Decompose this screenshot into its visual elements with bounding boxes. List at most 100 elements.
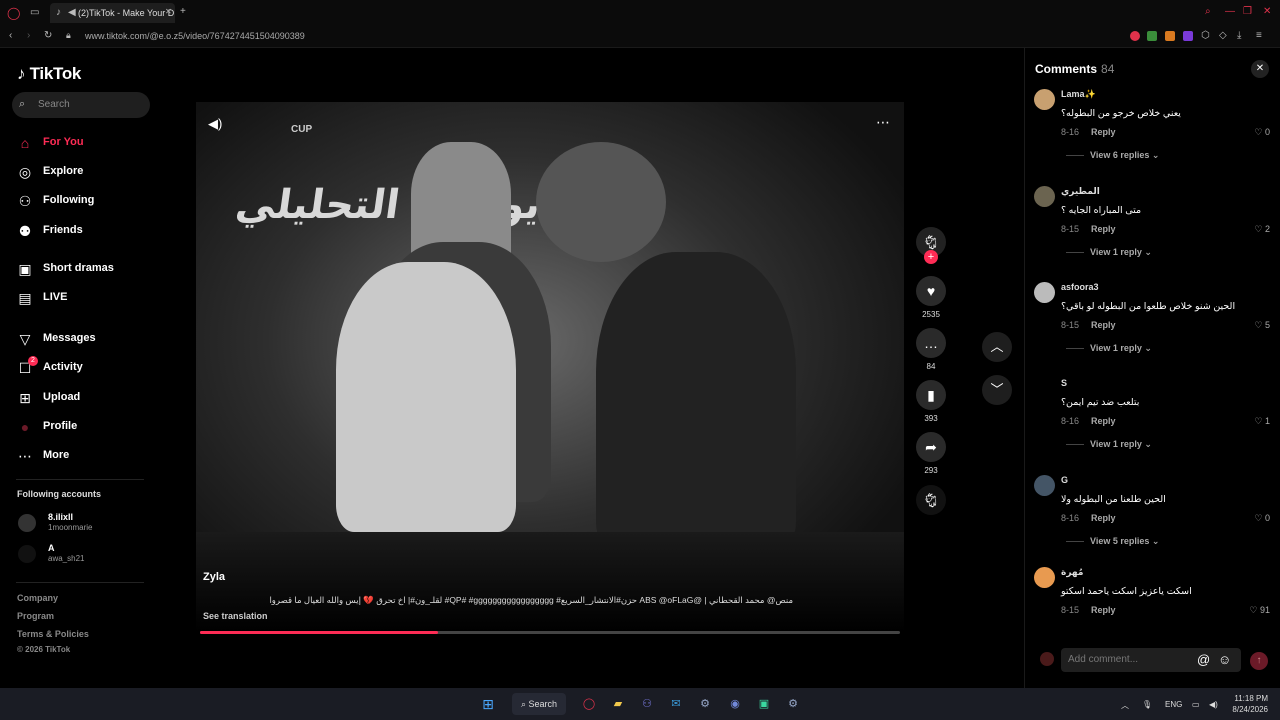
next-video-button[interactable]: ﹀: [982, 375, 1012, 405]
comment-like-button[interactable]: ♡ 1: [1254, 416, 1270, 427]
video-author[interactable]: Zyla: [203, 571, 225, 583]
sidebar-item-explore[interactable]: ◎ Explore: [17, 162, 157, 182]
teams-icon[interactable]: ⚇: [638, 695, 656, 713]
network-icon[interactable]: ▭: [1192, 700, 1200, 709]
opera-icon[interactable]: ◯: [580, 695, 598, 713]
close-window-icon[interactable]: ✕: [1263, 7, 1271, 17]
follow-plus-icon[interactable]: +: [924, 250, 938, 264]
sidebar-item-live[interactable]: ▤ LIVE: [17, 288, 157, 308]
volume-icon[interactable]: ◀): [1209, 700, 1218, 709]
sidebar-item-profile[interactable]: ● Profile: [17, 417, 157, 437]
new-tab-button[interactable]: +: [180, 7, 186, 17]
view-replies-button[interactable]: View 5 replies ⌄: [1066, 536, 1159, 547]
app-icon[interactable]: ▣: [755, 695, 773, 713]
extension-icon[interactable]: [1183, 31, 1193, 41]
url-field[interactable]: www.tiktok.com/@e.o.z5/video/76742744515…: [85, 31, 305, 41]
share-button[interactable]: ➦ 293: [916, 432, 946, 475]
reload-icon[interactable]: ↻: [44, 31, 52, 41]
tiktok-logo[interactable]: ♪ TikTok: [17, 64, 81, 84]
microphone-icon[interactable]: 🎙︎: [1142, 700, 1152, 709]
emoji-icon[interactable]: ☺: [1218, 652, 1231, 667]
comment-username[interactable]: G: [1061, 475, 1068, 485]
mail-icon[interactable]: ✉: [667, 695, 685, 713]
save-button[interactable]: ▮ 393: [916, 380, 946, 423]
comment-username[interactable]: asfoora3: [1061, 282, 1099, 292]
sidebar-item-upload[interactable]: ⊞ Upload: [17, 388, 157, 408]
wallet-icon[interactable]: ◇: [1219, 31, 1227, 41]
sidebar-item-following[interactable]: ⚇ Following: [17, 191, 157, 211]
download-icon[interactable]: ⤓: [1237, 31, 1241, 41]
tray-chevron-icon[interactable]: ︿: [1121, 700, 1129, 711]
previous-video-button[interactable]: ︿: [982, 332, 1012, 362]
footer-link-company[interactable]: Company: [17, 593, 58, 603]
avatar[interactable]: [1034, 475, 1055, 496]
mute-icon[interactable]: ◀): [208, 116, 222, 132]
footer-link-terms[interactable]: Terms & Policies: [17, 629, 89, 639]
avatar[interactable]: [1034, 89, 1055, 110]
comment-button[interactable]: … 84: [916, 328, 946, 371]
music-disc[interactable]: 🐐︎: [916, 485, 946, 515]
file-explorer-icon[interactable]: ▰: [609, 695, 627, 713]
mention-icon[interactable]: @: [1197, 652, 1210, 667]
comment-username[interactable]: المطيري: [1061, 186, 1100, 197]
extensions-icon[interactable]: ⬡: [1201, 31, 1210, 41]
comment-username[interactable]: مُهرة: [1061, 567, 1083, 578]
opera-logo-icon[interactable]: ◯: [7, 7, 20, 19]
back-icon[interactable]: ‹: [9, 31, 12, 41]
avatar[interactable]: [1034, 186, 1055, 207]
sidebar-item-friends[interactable]: ⚉ Friends: [17, 221, 157, 241]
creator-avatar[interactable]: 🐐︎ +: [916, 227, 946, 264]
reply-button[interactable]: Reply: [1091, 416, 1116, 426]
reply-button[interactable]: Reply: [1091, 513, 1116, 523]
comment-username[interactable]: S: [1061, 378, 1067, 388]
avatar[interactable]: [1034, 378, 1055, 399]
comment-username[interactable]: Lama✨: [1061, 89, 1096, 100]
forward-icon[interactable]: ›: [27, 31, 30, 41]
like-button[interactable]: ♥ 2535: [916, 276, 946, 319]
tab-audio-icon[interactable]: ◀: [68, 8, 76, 18]
reply-button[interactable]: Reply: [1091, 605, 1116, 615]
footer-link-program[interactable]: Program: [17, 611, 54, 621]
menu-icon[interactable]: ≡: [1256, 31, 1262, 41]
post-comment-button[interactable]: ↑: [1250, 652, 1268, 670]
maximize-icon[interactable]: ❐: [1243, 7, 1252, 17]
avatar[interactable]: [1034, 282, 1055, 303]
view-replies-button[interactable]: View 6 replies ⌄: [1066, 150, 1159, 161]
add-comment-input[interactable]: Add comment...: [1061, 648, 1241, 672]
sidebar-item-activity[interactable]: ☐ Activity 2: [17, 356, 157, 378]
comment-like-button[interactable]: ♡ 0: [1254, 127, 1270, 138]
view-replies-button[interactable]: View 1 reply ⌄: [1066, 439, 1152, 450]
see-translation-link[interactable]: See translation: [203, 611, 268, 621]
steam-icon[interactable]: ⚙: [696, 695, 714, 713]
search-input[interactable]: ⌕ Search: [12, 92, 150, 118]
video-player[interactable]: استديو حمد التحليلي CUP ◀) ⋯: [196, 102, 904, 632]
sidebar-item-messages[interactable]: ▽ Messages: [17, 329, 157, 349]
comment-like-button[interactable]: ♡ 91: [1249, 605, 1270, 616]
minimize-icon[interactable]: —: [1225, 7, 1235, 17]
search-icon[interactable]: ⌕: [1205, 7, 1211, 17]
language-indicator[interactable]: ENG: [1165, 700, 1182, 709]
tab-close-icon[interactable]: ✕: [165, 8, 172, 16]
view-replies-button[interactable]: View 1 reply ⌄: [1066, 343, 1152, 354]
steam-icon[interactable]: ⚙: [784, 695, 802, 713]
following-account[interactable]: A awa_sh21: [18, 543, 148, 567]
following-account[interactable]: 8.ilixll 1moonmarie: [18, 512, 148, 536]
view-replies-button[interactable]: View 1 reply ⌄: [1066, 247, 1152, 258]
close-comments-button[interactable]: ✕: [1251, 60, 1269, 78]
video-progress-bar[interactable]: [200, 631, 900, 634]
sidebar-item-short-dramas[interactable]: ▣ Short dramas: [17, 259, 157, 279]
clock[interactable]: 11:18 PM 8/24/2026: [1228, 693, 1268, 715]
reply-button[interactable]: Reply: [1091, 224, 1116, 234]
extension-icon[interactable]: [1165, 31, 1175, 41]
extension-icon[interactable]: [1130, 31, 1140, 41]
windows-start-icon[interactable]: ⊞: [479, 695, 497, 713]
comment-like-button[interactable]: ♡ 0: [1254, 513, 1270, 524]
comment-like-button[interactable]: ♡ 2: [1254, 224, 1270, 235]
sidebar-item-more[interactable]: ⋯ More: [17, 446, 157, 466]
tab-manager-icon[interactable]: ▭: [30, 8, 39, 18]
comment-like-button[interactable]: ♡ 5: [1254, 320, 1270, 331]
more-options-icon[interactable]: ⋯: [876, 114, 890, 131]
reply-button[interactable]: Reply: [1091, 127, 1116, 137]
taskbar-search[interactable]: ⌕ Search: [512, 693, 566, 715]
extension-icon[interactable]: [1147, 31, 1157, 41]
